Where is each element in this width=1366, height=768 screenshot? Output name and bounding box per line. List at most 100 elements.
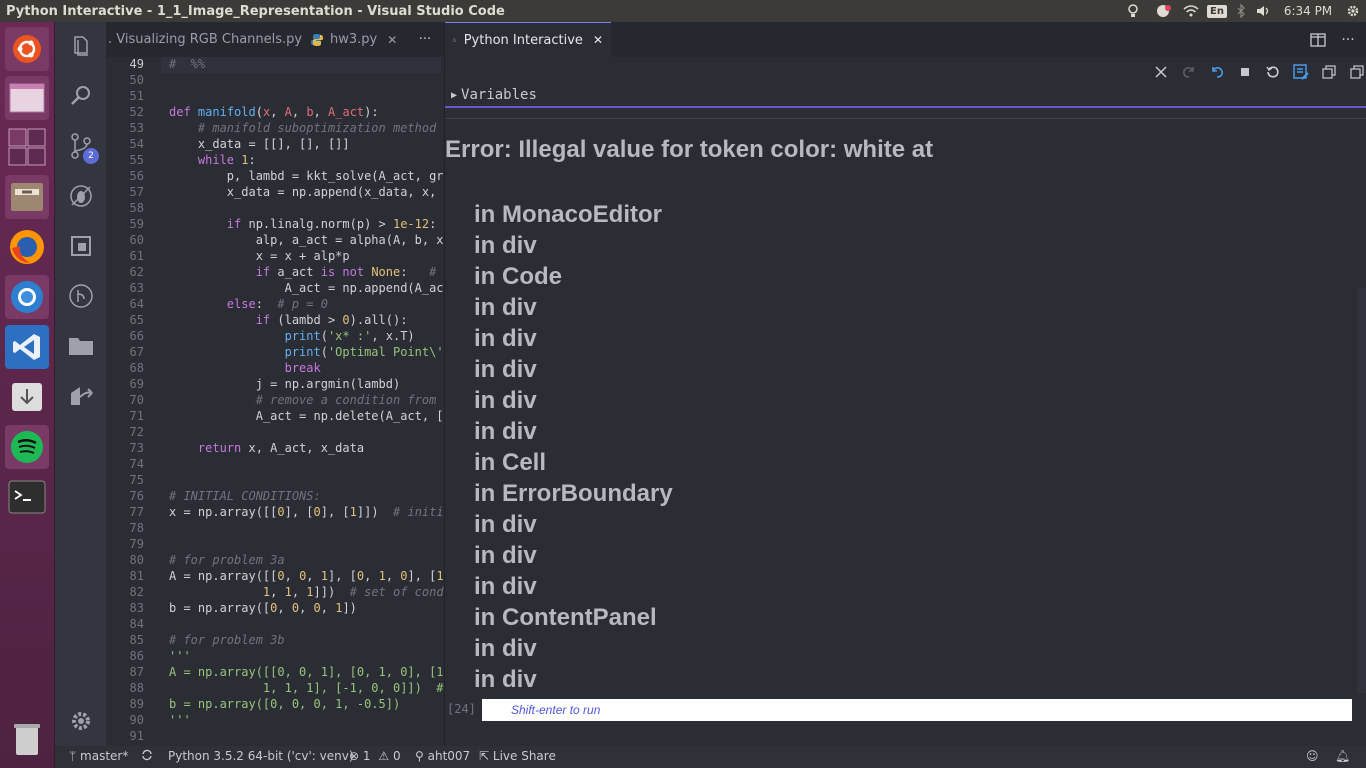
file-icon (453, 38, 456, 42)
window-title: Python Interactive - 1_1_Image_Represent… (6, 3, 505, 19)
tab-python-interactive[interactable]: Python Interactive ✕ (445, 22, 611, 57)
trash-icon[interactable] (5, 717, 49, 761)
close-icon[interactable]: ✕ (387, 33, 397, 47)
ubuntu-dash-icon[interactable] (5, 27, 49, 71)
split-editor-icon[interactable] (1307, 29, 1329, 51)
tab-visualizing-rgb[interactable]: . Visualizing RGB Channels.py (106, 22, 302, 57)
interrupt-kernel-icon[interactable] (1234, 61, 1256, 83)
line-number: 88 (129, 681, 144, 695)
line-number: 60 (129, 233, 144, 247)
stack-frame: in div (474, 387, 537, 414)
problems-item[interactable]: ⊗ 1 ⚠ 0 (349, 749, 401, 763)
chromium-icon[interactable] (5, 275, 49, 319)
line-number: 82 (129, 585, 144, 599)
line-number: 59 (129, 217, 144, 231)
extensions-icon[interactable] (55, 222, 106, 270)
terminal-icon[interactable] (5, 475, 49, 519)
code-input[interactable] (482, 699, 1352, 721)
cloud-notification-icon[interactable] (1148, 0, 1178, 22)
variables-label: Variables (461, 87, 537, 103)
expand-all-icon[interactable] (1318, 61, 1340, 83)
variables-section[interactable]: ▶ Variables (445, 84, 1366, 108)
error-title: Error: Illegal value for token color: wh… (445, 136, 934, 163)
clear-all-icon[interactable] (1150, 61, 1172, 83)
live-share-icon: ⇱ (479, 749, 490, 763)
collapse-all-icon[interactable] (1346, 61, 1366, 83)
line-number: 50 (129, 73, 144, 87)
wifi-icon[interactable] (1178, 0, 1204, 22)
scrollbar[interactable] (1357, 288, 1366, 693)
firefox-icon[interactable] (5, 225, 49, 269)
folder-icon[interactable] (55, 322, 106, 370)
search-icon[interactable] (55, 72, 106, 120)
git-commit-icon: ⚲ (415, 749, 424, 763)
sync-icon[interactable] (141, 749, 153, 764)
tab-label: hw3.py (330, 32, 378, 47)
python-interactive-panel: Python Interactive ✕ ··· ▶ Variables Err… (444, 22, 1366, 746)
workspace-switcher-icon[interactable] (5, 125, 49, 169)
save-as-notebook-icon[interactable] (1290, 61, 1312, 83)
lightbulb-icon[interactable] (1118, 0, 1148, 22)
line-number: 78 (129, 521, 144, 535)
settings-gear-icon[interactable] (55, 697, 106, 745)
stack-frame: in div (474, 356, 537, 383)
stack-frame: in div (474, 232, 537, 259)
source-control-icon[interactable]: 2 (55, 122, 106, 170)
python-interpreter[interactable]: Python 3.5.2 64-bit ('cv': venv) (168, 749, 354, 763)
files-icon[interactable] (5, 175, 49, 219)
clock[interactable]: 6:34 PM (1276, 0, 1340, 22)
volume-icon[interactable] (1252, 0, 1276, 22)
explorer-icon[interactable] (55, 22, 106, 70)
warning-count: 0 (392, 749, 401, 763)
branch-item[interactable]: ᛘ master* (69, 749, 128, 763)
feedback-smiley-icon[interactable]: ☺ (1306, 749, 1319, 763)
line-number: 90 (129, 713, 144, 727)
stack-frame: in ErrorBoundary (474, 480, 673, 507)
line-number: 69 (129, 377, 144, 391)
stack-frame: in Code (474, 263, 562, 290)
vscode-icon[interactable] (5, 325, 49, 369)
warning-icon: ⚠ (378, 749, 390, 763)
live-share-item[interactable]: ⇱ Live Share (479, 749, 556, 763)
keyboard-layout-indicator[interactable]: En (1204, 0, 1230, 22)
branch-label: master* (80, 749, 129, 763)
redo-icon[interactable] (1178, 61, 1200, 83)
stack-frame: in div (474, 573, 537, 600)
code-area[interactable]: 49 50 51 52 53 54 55 56 57 58 59 60 61 62 63 64 65 66 67 68… (106, 57, 444, 746)
user-item[interactable]: ⚲ aht007 (415, 749, 470, 763)
line-number: 83 (129, 601, 144, 615)
git-history-icon[interactable] (55, 272, 106, 320)
line-number: 62 (129, 265, 144, 279)
line-number: 75 (129, 473, 144, 487)
undo-icon[interactable] (1206, 61, 1228, 83)
live-share-label: Live Share (492, 749, 556, 763)
line-number: 55 (129, 153, 144, 167)
workspace-icon[interactable] (5, 76, 49, 120)
live-share-icon[interactable] (55, 372, 106, 420)
line-number: 72 (129, 425, 144, 439)
settings-gear-icon[interactable] (1340, 0, 1366, 22)
input-area: [24] (445, 696, 1366, 726)
installer-icon[interactable] (5, 375, 49, 419)
spotify-icon[interactable] (5, 425, 49, 469)
line-number: 71 (129, 409, 144, 423)
notifications-bell-icon[interactable]: 🔔︎ (1335, 749, 1350, 763)
system-tray: En 6:34 PM (1118, 0, 1366, 22)
bluetooth-icon[interactable] (1230, 0, 1252, 22)
line-number: 56 (129, 169, 144, 183)
debug-icon[interactable] (55, 172, 106, 220)
more-actions-icon[interactable]: ··· (1337, 29, 1359, 51)
tab-hw3[interactable]: hw3.py ✕ (302, 22, 406, 57)
close-icon[interactable]: ✕ (593, 33, 603, 47)
interactive-tabs: Python Interactive ✕ ··· (445, 22, 1366, 57)
stack-frame: in MonacoEditor (474, 201, 662, 228)
more-actions-icon[interactable]: ··· (406, 22, 444, 57)
restart-kernel-icon[interactable] (1262, 61, 1284, 83)
line-number: 63 (129, 281, 144, 295)
interactive-toolbar (445, 57, 1366, 87)
execution-count: [24] (447, 702, 476, 716)
user-label: aht007 (427, 749, 471, 763)
line-number: 84 (129, 617, 144, 631)
stack-frame: in div (474, 542, 537, 569)
line-number: 66 (129, 329, 144, 343)
